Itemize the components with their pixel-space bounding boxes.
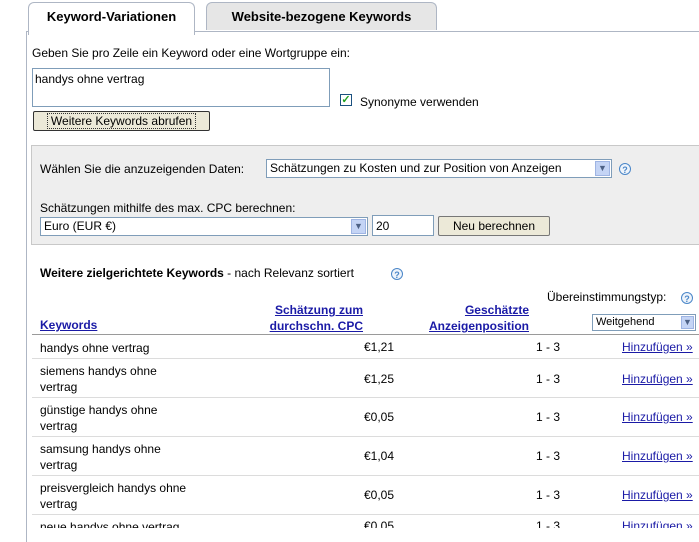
column-header-cpc[interactable]: Schätzung zum durchschn. CPC bbox=[240, 302, 363, 334]
row-position: 1 - 3 bbox=[535, 488, 560, 502]
row-position: 1 - 3 bbox=[535, 340, 560, 354]
table-row: neue handys ohne vertrag €0,05 1 - 3 Hin… bbox=[32, 515, 699, 528]
tab-keyword-variations[interactable]: Keyword-Variationen bbox=[28, 2, 195, 35]
row-position: 1 - 3 bbox=[535, 410, 560, 424]
table-row: siemens handys ohne vertrag €1,25 1 - 3 … bbox=[32, 359, 699, 398]
currency-select-value: Euro (EUR €) bbox=[44, 219, 117, 233]
chevron-down-icon: ▼ bbox=[595, 161, 610, 176]
match-type-value: Weitgehend bbox=[596, 316, 655, 328]
tab-website-keywords[interactable]: Website-bezogene Keywords bbox=[206, 2, 437, 30]
row-cpc: €1,25 bbox=[363, 372, 394, 386]
add-keyword-link[interactable]: Hinzufügen » bbox=[622, 410, 693, 424]
keyword-textarea[interactable]: handys ohne vertrag bbox=[32, 68, 330, 107]
row-cpc: €1,21 bbox=[363, 340, 394, 354]
data-select[interactable]: Schätzungen zu Kosten und zur Position v… bbox=[266, 159, 612, 178]
help-question-icon[interactable]: ? bbox=[391, 268, 403, 280]
synonyms-label: Synonyme verwenden bbox=[360, 95, 479, 109]
column-header-position[interactable]: Geschätzte Anzeigenposition bbox=[400, 302, 529, 334]
checkmark-icon: ✓ bbox=[341, 94, 351, 106]
column-header-keywords[interactable]: Keywords bbox=[40, 318, 97, 332]
add-keyword-link[interactable]: Hinzufügen » bbox=[622, 488, 693, 502]
row-keyword: neue handys ohne vertrag bbox=[40, 520, 180, 528]
help-question-icon[interactable]: ? bbox=[681, 292, 693, 304]
row-keyword: siemens handys ohne vertrag bbox=[40, 364, 157, 394]
match-type-select[interactable]: Weitgehend ▼ bbox=[592, 314, 696, 331]
row-keyword: handys ohne vertrag bbox=[40, 341, 150, 355]
currency-select[interactable]: Euro (EUR €) ▼ bbox=[40, 217, 368, 236]
more-keywords-button[interactable]: Weitere Keywords abrufen bbox=[33, 111, 210, 131]
match-type-label: Übereinstimmungstyp: bbox=[547, 290, 667, 304]
row-position: 1 - 3 bbox=[535, 372, 560, 386]
add-keyword-link[interactable]: Hinzufügen » bbox=[622, 340, 693, 354]
row-cpc: €0,05 bbox=[363, 519, 394, 528]
recalculate-button[interactable]: Neu berechnen bbox=[438, 216, 550, 236]
row-keyword: günstige handys ohne vertrag bbox=[40, 403, 158, 433]
add-keyword-link[interactable]: Hinzufügen » bbox=[622, 372, 693, 386]
help-question-icon[interactable]: ? bbox=[619, 163, 631, 175]
row-cpc: €0,05 bbox=[363, 488, 394, 502]
row-position: 1 - 3 bbox=[535, 519, 560, 528]
keyword-prompt-label: Geben Sie pro Zeile ein Keyword oder ein… bbox=[32, 46, 350, 60]
more-keywords-label: Weitere Keywords abrufen bbox=[46, 113, 197, 129]
max-cpc-input[interactable] bbox=[372, 215, 434, 236]
row-cpc: €1,04 bbox=[363, 449, 394, 463]
row-keyword: preisvergleich handys ohne vertrag bbox=[40, 481, 187, 511]
table-row: samsung handys ohne vertrag €1,04 1 - 3 … bbox=[32, 437, 699, 476]
add-keyword-link[interactable]: Hinzufügen » bbox=[622, 519, 693, 528]
table-row: handys ohne vertrag €1,21 1 - 3 Hinzufüg… bbox=[32, 335, 699, 359]
synonyms-checkbox[interactable]: ✓ bbox=[340, 94, 352, 106]
cpc-label: Schätzungen mithilfe des max. CPC berech… bbox=[40, 201, 296, 215]
tab-bar: Keyword-Variationen Website-bezogene Key… bbox=[0, 0, 699, 35]
chevron-down-icon: ▼ bbox=[681, 316, 694, 329]
data-select-label: Wählen Sie die anzuzeigenden Daten: bbox=[40, 162, 245, 176]
table-row: preisvergleich handys ohne vertrag €0,05… bbox=[32, 476, 699, 515]
row-position: 1 - 3 bbox=[535, 449, 560, 463]
add-keyword-link[interactable]: Hinzufügen » bbox=[622, 449, 693, 463]
data-select-value: Schätzungen zu Kosten und zur Position v… bbox=[270, 161, 562, 175]
table-row: günstige handys ohne vertrag €0,05 1 - 3… bbox=[32, 398, 699, 437]
results-title: Weitere zielgerichtete Keywords - nach R… bbox=[40, 266, 354, 280]
row-cpc: €0,05 bbox=[363, 410, 394, 424]
chevron-down-icon: ▼ bbox=[351, 219, 366, 234]
row-keyword: samsung handys ohne vertrag bbox=[40, 442, 161, 472]
